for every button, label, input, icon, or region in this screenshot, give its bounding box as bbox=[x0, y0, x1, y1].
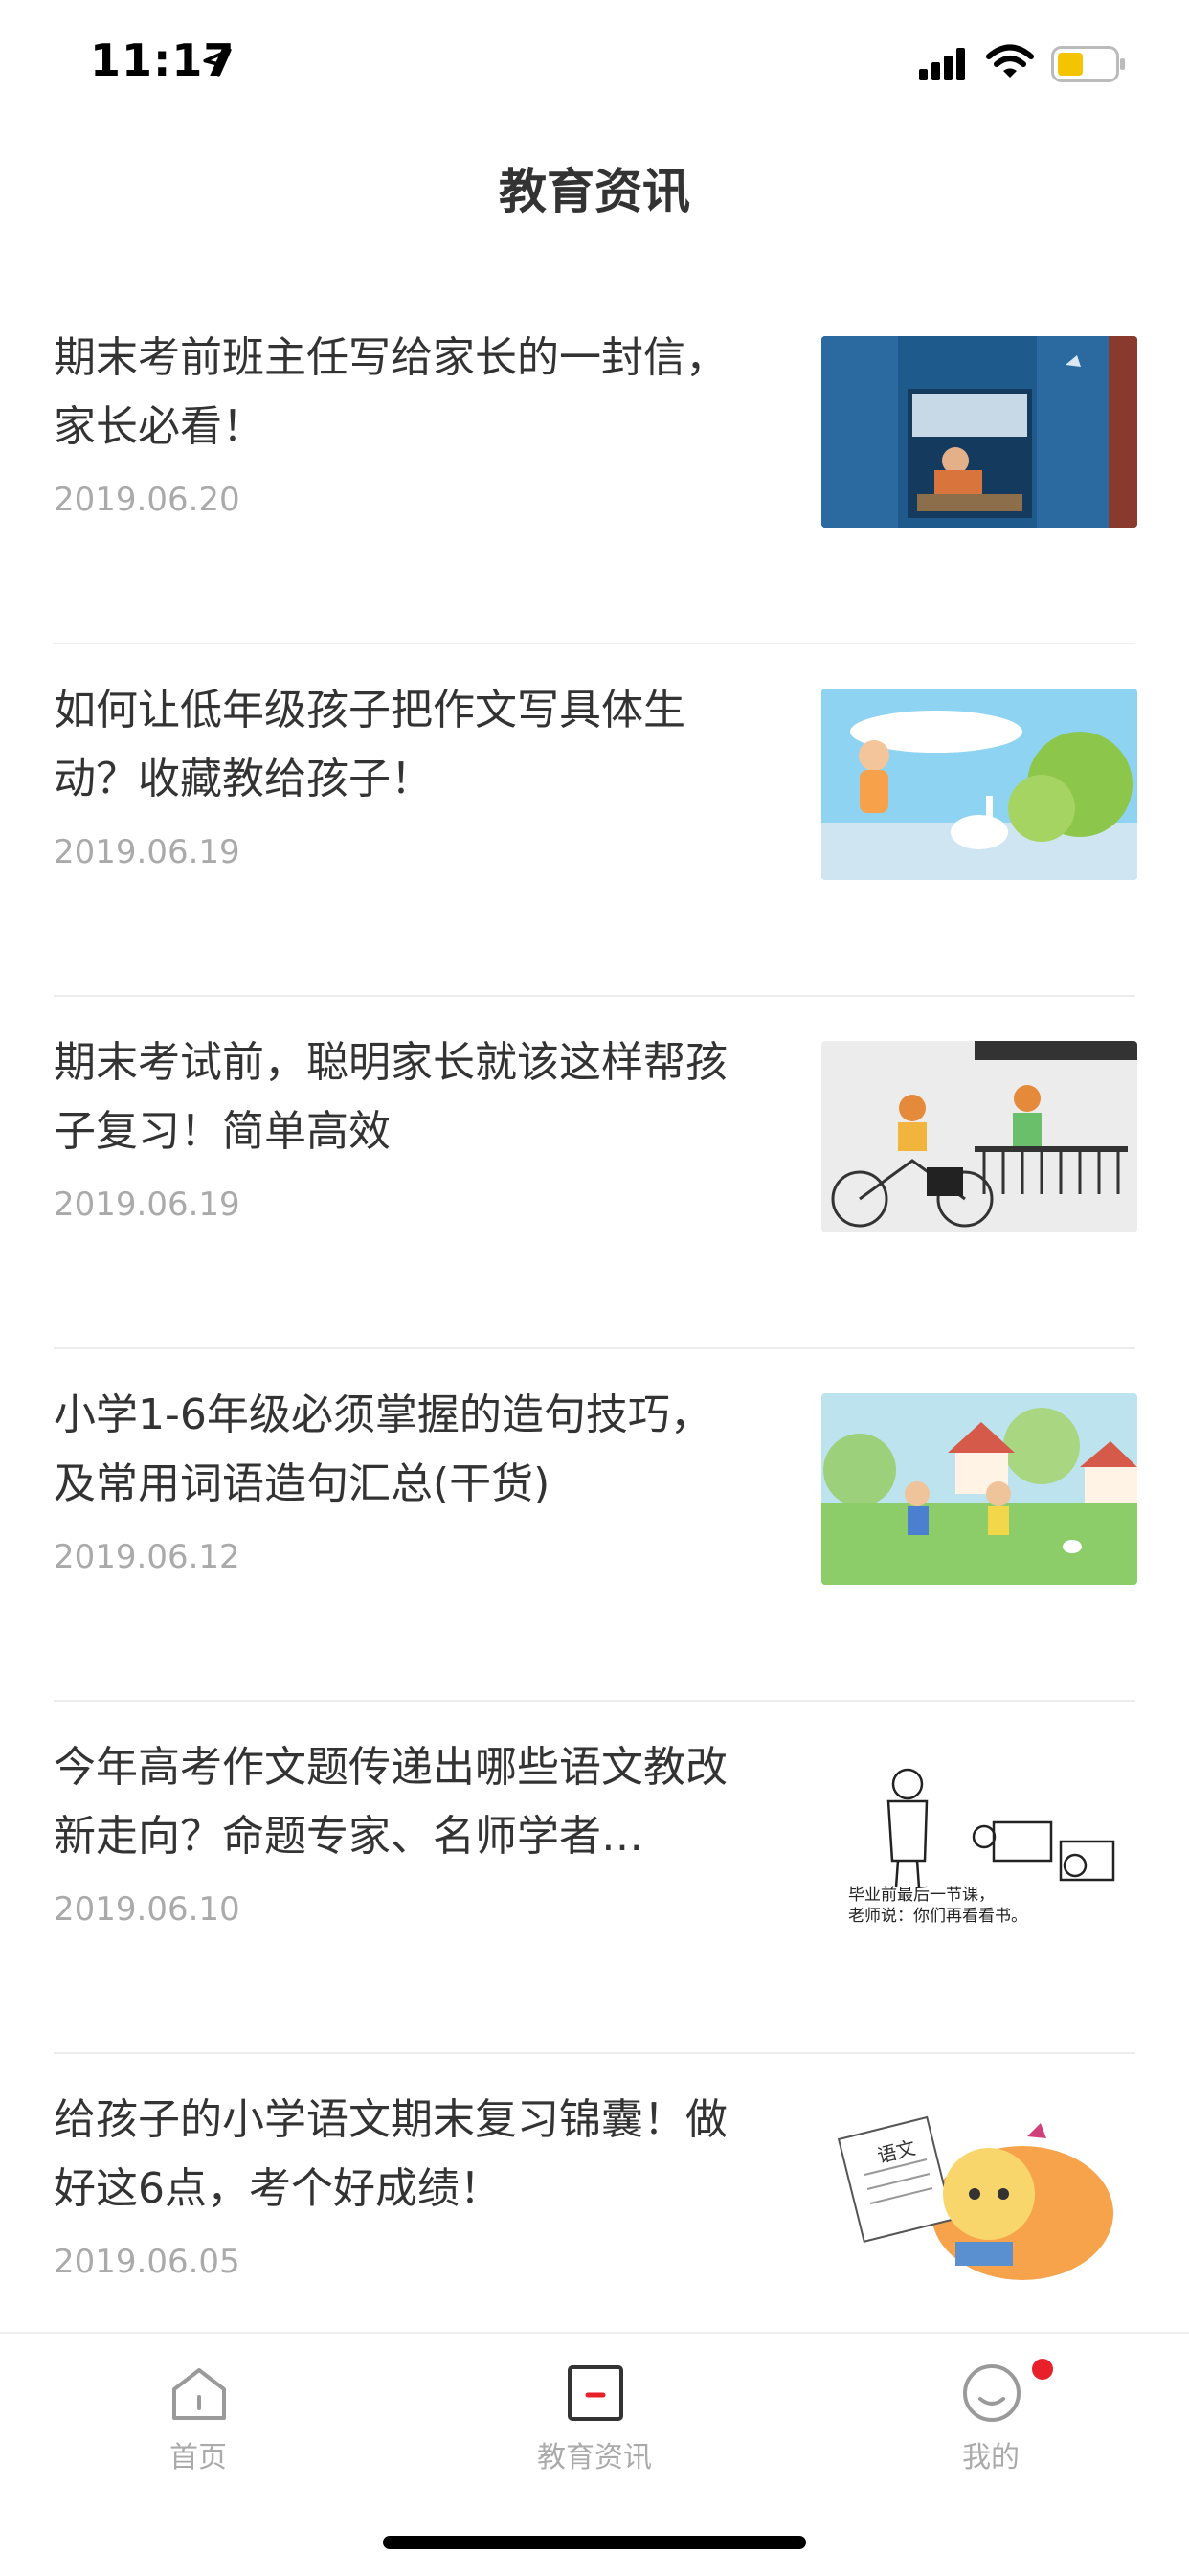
status-bar: 11:17 bbox=[0, 0, 1189, 124]
news-item[interactable]: 如何让低年级孩子把作文写具体生动？收藏教给孩子！ 2019.06.19 bbox=[0, 644, 1189, 997]
battery-icon bbox=[1051, 46, 1125, 82]
news-item-title: 期末考前班主任写给家长的一封信，家长必看！ bbox=[54, 333, 728, 451]
tab-profile[interactable]: 我的 bbox=[793, 2334, 1189, 2487]
girl-chinese-book-illustration bbox=[821, 2098, 1137, 2290]
news-item-thumbnail[interactable] bbox=[821, 1393, 1137, 1585]
news-item-thumbnail[interactable]: 毕业前最后一节课， 老师说：你们再看看书。 bbox=[821, 1746, 1137, 1937]
cellular-signal-icon bbox=[919, 48, 965, 80]
tab-home[interactable]: 首页 bbox=[0, 2334, 396, 2487]
bicycle-boy-illustration bbox=[821, 1041, 1137, 1232]
sketch-caption-line-1: 毕业前最后一节课， bbox=[848, 1886, 995, 1905]
page-title: 教育资讯 bbox=[499, 164, 690, 219]
children-playing-illustration bbox=[821, 1393, 1137, 1585]
tab-label-education-news: 教育资讯 bbox=[537, 2441, 652, 2474]
tab-label-profile: 我的 bbox=[962, 2441, 1020, 2474]
window-illustration bbox=[821, 336, 1137, 528]
news-item-title: 如何让低年级孩子把作文写具体生动？收藏教给孩子！ bbox=[54, 686, 685, 803]
news-item-title: 期末考试前，聪明家长就该这样帮孩子复习！简单高效 bbox=[54, 1038, 728, 1156]
news-item[interactable]: 期末考试前，聪明家长就该这样帮孩子复习！简单高效 2019.06.19 bbox=[0, 997, 1189, 1349]
sketch-caption: 毕业前最后一节课， 老师说：你们再看看书。 bbox=[848, 1885, 1027, 1927]
news-item-title: 小学1-6年级必须掌握的造句技巧，及常用词语造句汇总(干货) bbox=[54, 1390, 712, 1508]
wifi-icon bbox=[986, 44, 1034, 78]
news-icon bbox=[568, 2365, 623, 2421]
home-indicator[interactable] bbox=[383, 2536, 806, 2549]
location-arrow-icon bbox=[203, 48, 232, 77]
notification-badge bbox=[1032, 2359, 1053, 2380]
tab-education-news[interactable]: 教育资讯 bbox=[396, 2334, 793, 2487]
news-item[interactable]: 小学1-6年级必须掌握的造句技巧，及常用词语造句汇总(干货) 2019.06.1… bbox=[0, 1349, 1189, 1702]
news-item-date: 2019.06.20 bbox=[54, 481, 240, 519]
girl-goose-illustration bbox=[821, 689, 1137, 880]
news-item-thumbnail[interactable] bbox=[821, 689, 1137, 880]
news-item-title: 今年高考作文题传递出哪些语文教改新走向？命题专家、名师学者… bbox=[54, 1743, 728, 1861]
news-item-thumbnail[interactable]: 语文 bbox=[821, 2098, 1137, 2290]
news-item[interactable]: 今年高考作文题传递出哪些语文教改新走向？命题专家、名师学者… 2019.06.1… bbox=[0, 1702, 1189, 2054]
news-item-date: 2019.06.12 bbox=[54, 1538, 240, 1576]
news-list: 期末考前班主任写给家长的一封信，家长必看！ 2019.06.20 如何让低年级孩… bbox=[0, 292, 1189, 2407]
sketch-caption-line-2: 老师说：你们再看看书。 bbox=[848, 1907, 1027, 1926]
news-item-thumbnail[interactable] bbox=[821, 1041, 1137, 1232]
news-item[interactable]: 期末考前班主任写给家长的一封信，家长必看！ 2019.06.20 bbox=[0, 292, 1189, 644]
news-item-date: 2019.06.19 bbox=[54, 1186, 240, 1224]
news-item-date: 2019.06.10 bbox=[54, 1890, 240, 1929]
profile-smile-icon bbox=[963, 2364, 1021, 2422]
news-item-thumbnail[interactable] bbox=[821, 336, 1137, 528]
news-item-date: 2019.06.05 bbox=[54, 2243, 240, 2281]
news-item-title: 给孩子的小学语文期末复习锦囊！做好这6点，考个好成绩！ bbox=[54, 2095, 728, 2213]
home-icon bbox=[172, 2368, 226, 2420]
tab-label-home: 首页 bbox=[169, 2441, 227, 2474]
news-item-date: 2019.06.19 bbox=[54, 833, 240, 871]
